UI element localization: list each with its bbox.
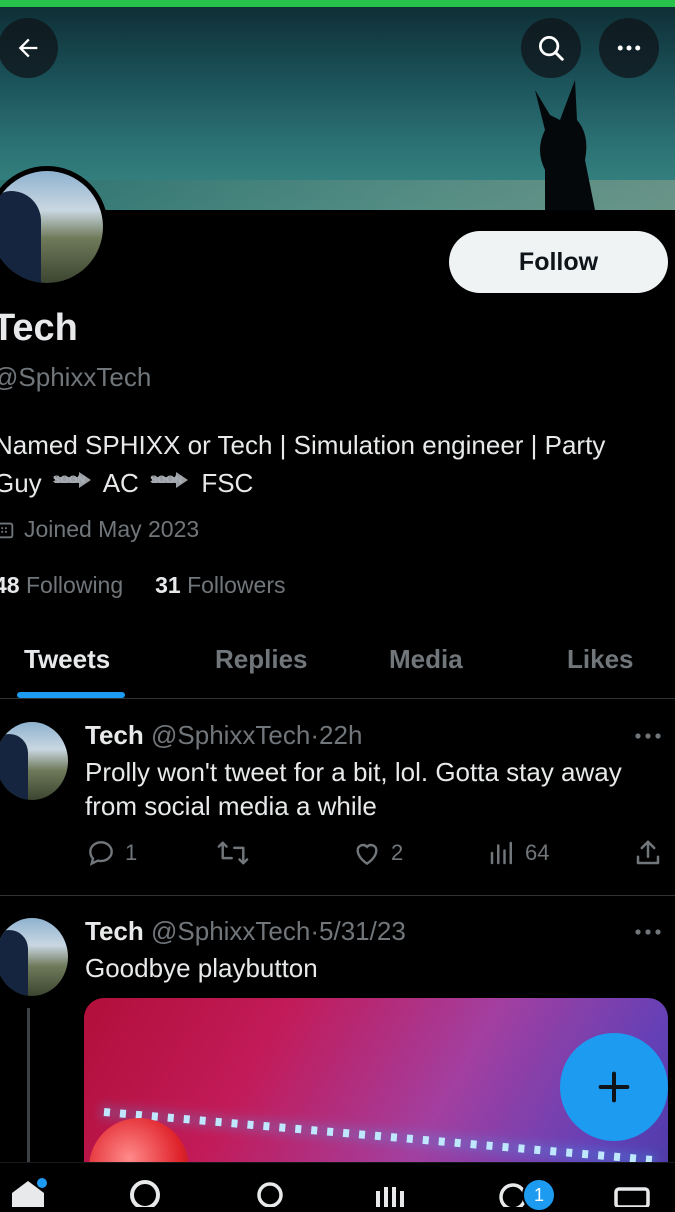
- bio-line-1: Named SPHIXX or Tech | Simulation engine…: [0, 430, 606, 460]
- more-options-button[interactable]: [599, 18, 659, 78]
- tweet-text: Goodbye playbutton: [85, 953, 318, 983]
- reply-button[interactable]: 1: [85, 833, 137, 873]
- bottom-navigation: [0, 1162, 675, 1207]
- banner-silhouette: [535, 80, 595, 210]
- tab-tweets[interactable]: Tweets: [24, 620, 110, 698]
- thread-line: [27, 1008, 30, 1168]
- joined-text: Joined May 2023: [24, 516, 200, 542]
- profile-name: Tech: [0, 307, 78, 349]
- compose-tweet-button[interactable]: [560, 1033, 668, 1141]
- tweet-author-handle[interactable]: @SphixxTech: [151, 916, 310, 946]
- tweet-header: Tech @SphixxTech·22h: [85, 720, 363, 750]
- soon-arrow-icon: SOON: [53, 471, 93, 499]
- tab-media[interactable]: Media: [389, 620, 463, 698]
- active-tab-indicator: [17, 692, 125, 698]
- like-icon: [356, 843, 378, 866]
- tweet-author-name[interactable]: Tech: [85, 720, 144, 750]
- avatar[interactable]: [0, 918, 68, 996]
- view-count: 64: [525, 840, 550, 865]
- search-button[interactable]: [521, 18, 581, 78]
- tweet-divider: [0, 895, 675, 896]
- status-bar: [0, 0, 675, 7]
- retweet-button[interactable]: [215, 833, 259, 873]
- reply-icon: [89, 841, 113, 866]
- bio-line-2: Guy SOON AC SOON FSC: [0, 464, 674, 502]
- reply-count: 1: [125, 840, 138, 865]
- messages-icon[interactable]: [612, 1177, 652, 1207]
- soon-arrow-icon: SOON: [150, 471, 190, 499]
- more-icon: [617, 45, 641, 51]
- views-icon: [490, 841, 512, 865]
- profile-tabs: Tweets Replies Media Likes: [0, 620, 675, 699]
- like-button[interactable]: 2: [351, 833, 403, 873]
- following-link[interactable]: 48 Following: [0, 572, 123, 598]
- followers-link[interactable]: 31 Followers: [155, 572, 285, 598]
- more-icon[interactable]: [633, 726, 663, 746]
- tweet-author-name[interactable]: Tech: [85, 916, 144, 946]
- tweet-header: Tech @SphixxTech·5/31/23: [85, 916, 406, 946]
- more-icon[interactable]: [633, 922, 663, 942]
- tweet-text: Prolly won't tweet for a bit, lol. Gotta…: [85, 757, 622, 821]
- tab-likes[interactable]: Likes: [567, 620, 634, 698]
- bio-guy: Guy: [0, 468, 42, 498]
- bio-fsc: FSC: [201, 468, 254, 498]
- explore-icon[interactable]: [125, 1177, 165, 1207]
- notifications-badge: 1: [522, 1178, 556, 1212]
- tweet-time[interactable]: 5/31/23: [319, 916, 406, 946]
- spaces-icon[interactable]: [370, 1177, 410, 1207]
- avatar-image: [0, 171, 103, 283]
- back-button[interactable]: [0, 18, 58, 78]
- follow-stats: 48 Following 31 Followers: [0, 572, 286, 599]
- bio-ac: AC: [102, 468, 139, 498]
- back-arrow-icon: [18, 38, 38, 58]
- calendar-icon: [0, 522, 14, 538]
- compose-plus-icon: [598, 1071, 630, 1103]
- tweet-author-handle[interactable]: @SphixxTech: [151, 720, 310, 750]
- share-button[interactable]: [633, 833, 663, 873]
- profile-bio: Named SPHIXX or Tech | Simulation engine…: [0, 426, 674, 502]
- home-icon[interactable]: [8, 1177, 48, 1207]
- communities-icon[interactable]: [250, 1177, 290, 1207]
- profile-handle: @SphixxTech: [0, 362, 152, 392]
- search-icon: [539, 36, 564, 61]
- follow-button[interactable]: Follow: [449, 231, 668, 293]
- like-count: 2: [391, 840, 404, 865]
- share-icon: [636, 840, 660, 865]
- avatar[interactable]: [0, 722, 68, 800]
- tweet-time[interactable]: 22h: [319, 720, 362, 750]
- views-button[interactable]: 64: [487, 833, 549, 873]
- retweet-icon: [217, 841, 249, 865]
- joined-date: Joined May 2023: [0, 516, 199, 543]
- tweet-actions: 1 2 64: [85, 833, 665, 873]
- tab-replies[interactable]: Replies: [215, 620, 308, 698]
